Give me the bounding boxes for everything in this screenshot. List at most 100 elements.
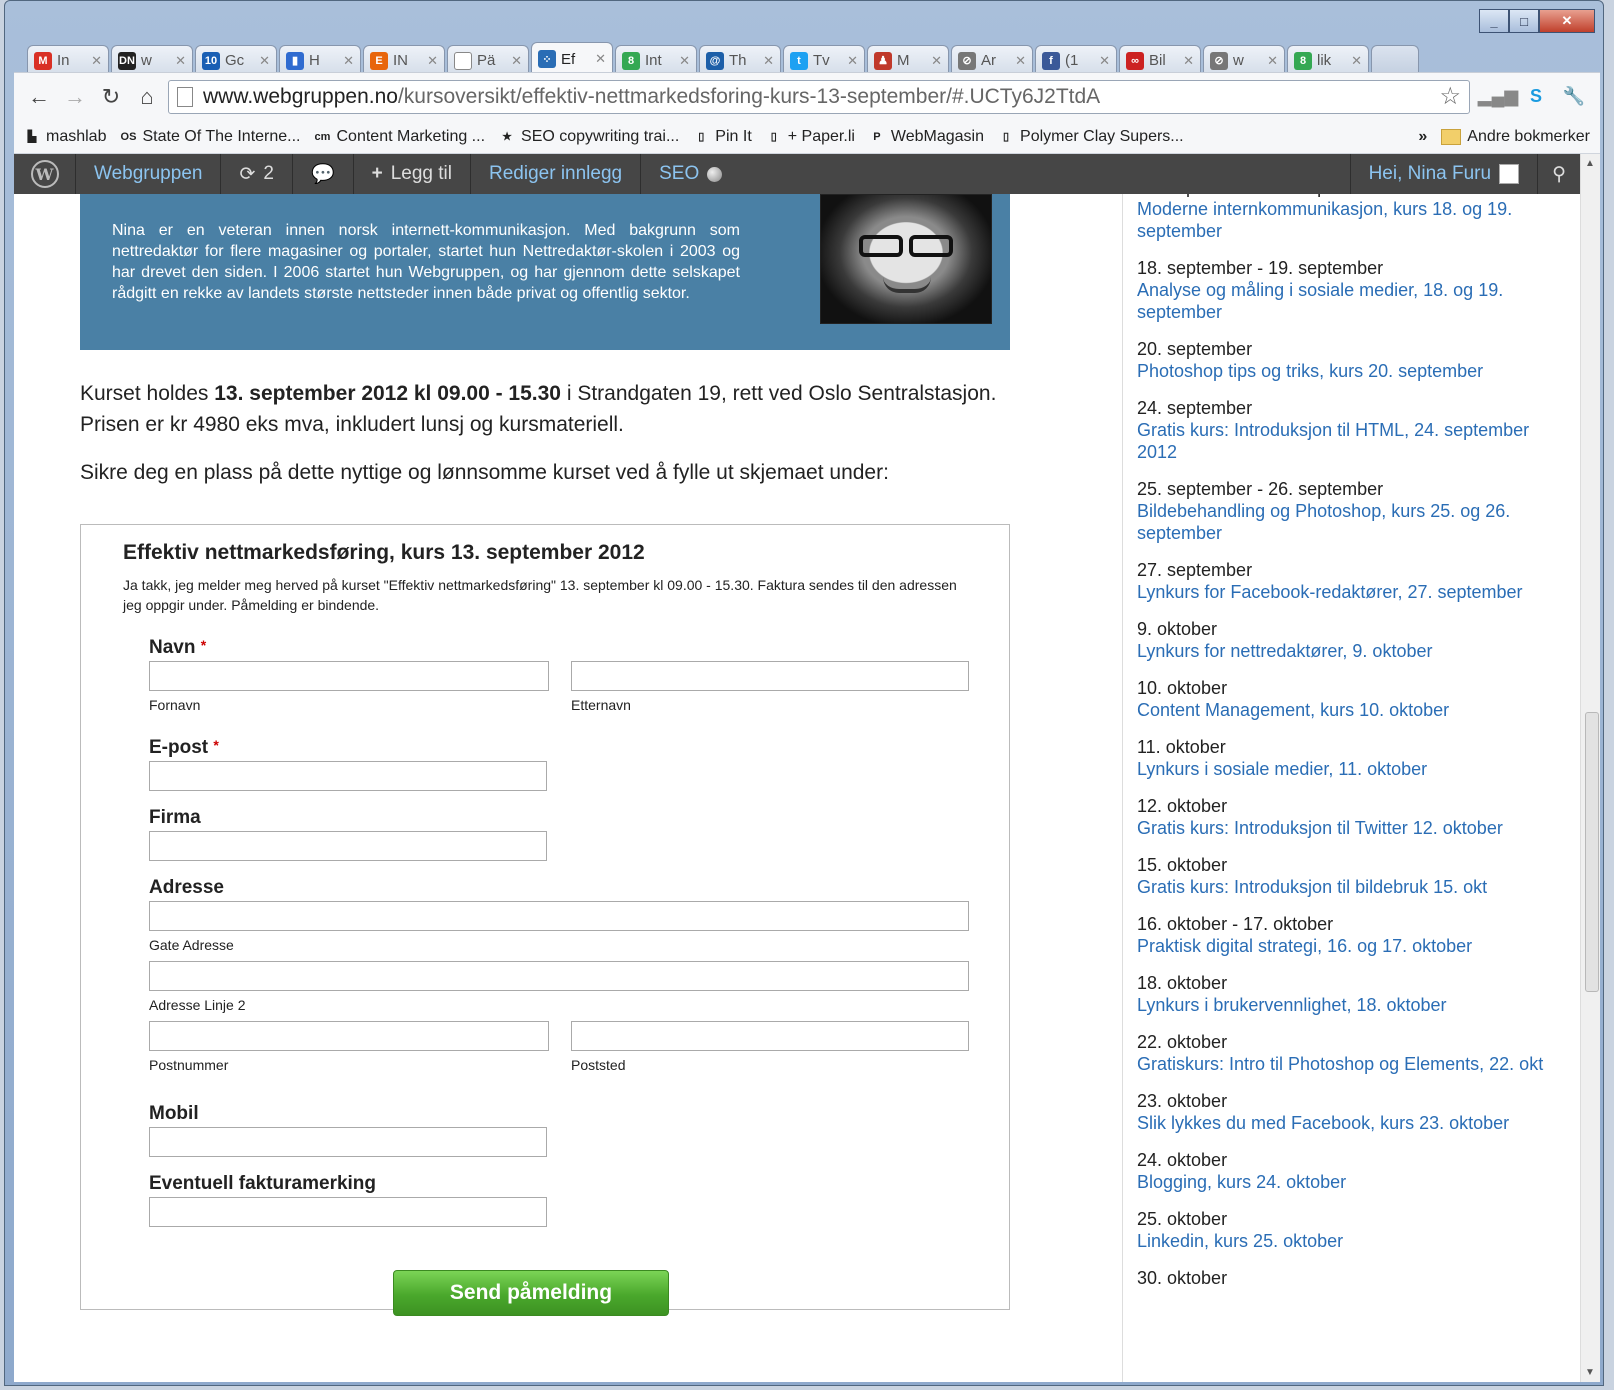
other-bookmarks-folder[interactable]: Andre bokmerker [1441,128,1590,146]
course-link[interactable]: Lynkurs i brukervennlighet, 18. oktober [1137,994,1557,1016]
edit-post-link[interactable]: Rediger innlegg [471,154,642,194]
scroll-down-icon[interactable]: ▼ [1585,1367,1595,1378]
bookmark-item[interactable]: ▯ Pin It [693,128,752,146]
last-name-field[interactable] [571,661,969,691]
maximize-button[interactable]: □ [1509,9,1539,33]
course-link[interactable]: Analyse og måling i sosiale medier, 18. … [1137,279,1557,323]
first-name-field[interactable] [149,661,549,691]
zip-field[interactable] [149,1021,549,1051]
close-button[interactable]: ✕ [1539,9,1595,33]
course-info: Kurset holdes 13. september 2012 kl 09.0… [80,378,1000,440]
course-link[interactable]: Moderne internkommunikasjon, kurs 18. og… [1137,198,1557,242]
bookmark-star-icon[interactable]: ☆ [1439,82,1461,111]
browser-tab[interactable]: 8 lik ✕ [1287,45,1369,75]
tab-close-icon[interactable]: ✕ [175,53,186,69]
company-field[interactable] [149,831,547,861]
address-bar[interactable]: www.webgruppen.no/kursoversikt/effektiv-… [168,79,1470,114]
back-icon[interactable]: ← [24,82,54,112]
tab-close-icon[interactable]: ✕ [931,53,942,69]
street-address-field[interactable] [149,901,969,931]
bookmark-item[interactable]: OS State Of The Interne... [120,128,301,146]
browser-tab[interactable]: E IN ✕ [363,45,445,75]
browser-tab[interactable]: 10 Gc ✕ [195,45,277,75]
tab-close-icon[interactable]: ✕ [427,53,438,69]
minimize-button[interactable]: _ [1479,9,1509,33]
seo-menu[interactable]: SEO [641,154,740,194]
course-link[interactable]: Lynkurs i sosiale medier, 11. oktober [1137,758,1557,780]
tab-close-icon[interactable]: ✕ [511,53,522,69]
bookmark-item[interactable]: ▯ + Paper.li [766,128,855,146]
tab-close-icon[interactable]: ✕ [595,51,606,67]
address-line2-field[interactable] [149,961,969,991]
course-link[interactable]: Blogging, kurs 24. oktober [1137,1171,1557,1193]
browser-tab[interactable]: DN w ✕ [111,45,193,75]
browser-tab[interactable]: f (1 ✕ [1035,45,1117,75]
twitter-icon: t [790,51,808,70]
course-link[interactable]: Slik lykkes du med Facebook, kurs 23. ok… [1137,1112,1557,1134]
email-field[interactable] [149,761,547,791]
tab-close-icon[interactable]: ✕ [1015,53,1026,69]
bookmark-item[interactable]: ★ SEO copywriting trai... [499,128,679,146]
tab-close-icon[interactable]: ✕ [1351,53,1362,69]
course-link[interactable]: Gratiskurs: Intro til Photoshop og Eleme… [1137,1053,1557,1075]
course-link[interactable]: Gratis kurs: Introduksjon til bildebruk … [1137,876,1557,898]
scroll-up-icon[interactable]: ▲ [1585,158,1595,169]
invoice-label: Eventuell fakturamerking [149,1173,377,1194]
list-item: 18. oktober Lynkurs i brukervennlighet, 1… [1137,972,1557,1016]
browser-tab[interactable]: ⊘ w ✕ [1203,45,1285,75]
browser-tab[interactable]: 8 Int ✕ [615,45,697,75]
site-name-link[interactable]: Webgruppen [76,154,222,194]
tab-close-icon[interactable]: ✕ [343,53,354,69]
browser-tab[interactable]: M In ✕ [27,45,109,75]
wrench-icon[interactable]: 🔧 [1558,82,1590,112]
comments-link[interactable]: 💬 [293,154,354,194]
stats-extension-icon[interactable]: ▂▄▆ [1478,82,1518,112]
bookmarks-overflow-button[interactable]: » [1418,128,1427,146]
browser-tab[interactable]: t Tv ✕ [783,45,865,75]
tab-close-icon[interactable]: ✕ [847,53,858,69]
browser-tab[interactable]: ▮ H ✕ [279,45,361,75]
mobile-field[interactable] [149,1127,547,1157]
tab-close-icon[interactable]: ✕ [1099,53,1110,69]
updates-link[interactable]: ⟳ 2 [221,154,293,194]
browser-tab[interactable]: Pä ✕ [447,45,529,75]
skype-extension-icon[interactable]: S [1520,82,1552,112]
wordpress-menu[interactable]: W [14,154,76,194]
add-new-link[interactable]: + Legg til [354,154,472,194]
tab-close-icon[interactable]: ✕ [1183,53,1194,69]
course-link[interactable]: Bildebehandling og Photoshop, kurs 25. o… [1137,500,1557,544]
scrollbar-thumb[interactable] [1585,712,1599,992]
browser-tab[interactable]: ♟ M ✕ [867,45,949,75]
bookmark-item[interactable]: ▯ Polymer Clay Supers... [998,128,1184,146]
course-link[interactable]: Content Management, kurs 10. oktober [1137,699,1557,721]
course-link[interactable]: Linkedin, kurs 25. oktober [1137,1230,1557,1252]
course-link[interactable]: Photoshop tips og triks, kurs 20. septem… [1137,360,1557,382]
home-icon[interactable]: ⌂ [132,82,162,112]
browser-tab[interactable]: ⁘ Ef ✕ [531,42,613,75]
tab-close-icon[interactable]: ✕ [1267,53,1278,69]
tab-close-icon[interactable]: ✕ [91,53,102,69]
page-scrollbar[interactable]: ▲ ▼ [1580,154,1600,1382]
new-tab-button[interactable] [1371,45,1419,75]
course-link[interactable]: Lynkurs for Facebook-redaktører, 27. sep… [1137,581,1557,603]
browser-tab[interactable]: ∞ Bil ✕ [1119,45,1201,75]
bookmark-item[interactable]: cm Content Marketing ... [315,128,485,146]
bookmark-item[interactable]: P WebMagasin [869,128,984,146]
course-link[interactable]: Praktisk digital strategi, 16. og 17. ok… [1137,935,1557,957]
search-link[interactable]: ⚲ [1537,154,1580,194]
course-link[interactable]: Gratis kurs: Introduksjon til Twitter 12… [1137,817,1557,839]
reload-icon[interactable]: ↻ [96,82,126,112]
browser-tab[interactable]: ⊘ Ar ✕ [951,45,1033,75]
course-link[interactable]: Gratis kurs: Introduksjon til HTML, 24. … [1137,419,1557,463]
tab-close-icon[interactable]: ✕ [763,53,774,69]
city-field[interactable] [571,1021,969,1051]
tab-close-icon[interactable]: ✕ [679,53,690,69]
invoice-field[interactable] [149,1197,547,1227]
tab-close-icon[interactable]: ✕ [259,53,270,69]
bookmark-item[interactable]: ▙ mashlab [24,128,107,146]
submit-button[interactable]: Send påmelding [393,1270,669,1316]
course-link[interactable]: Lynkurs for nettredaktører, 9. oktober [1137,640,1557,662]
browser-tab[interactable]: @ Th ✕ [699,45,781,75]
forward-icon[interactable]: → [60,82,90,112]
account-menu[interactable]: Hei, Nina Furu [1349,154,1538,194]
